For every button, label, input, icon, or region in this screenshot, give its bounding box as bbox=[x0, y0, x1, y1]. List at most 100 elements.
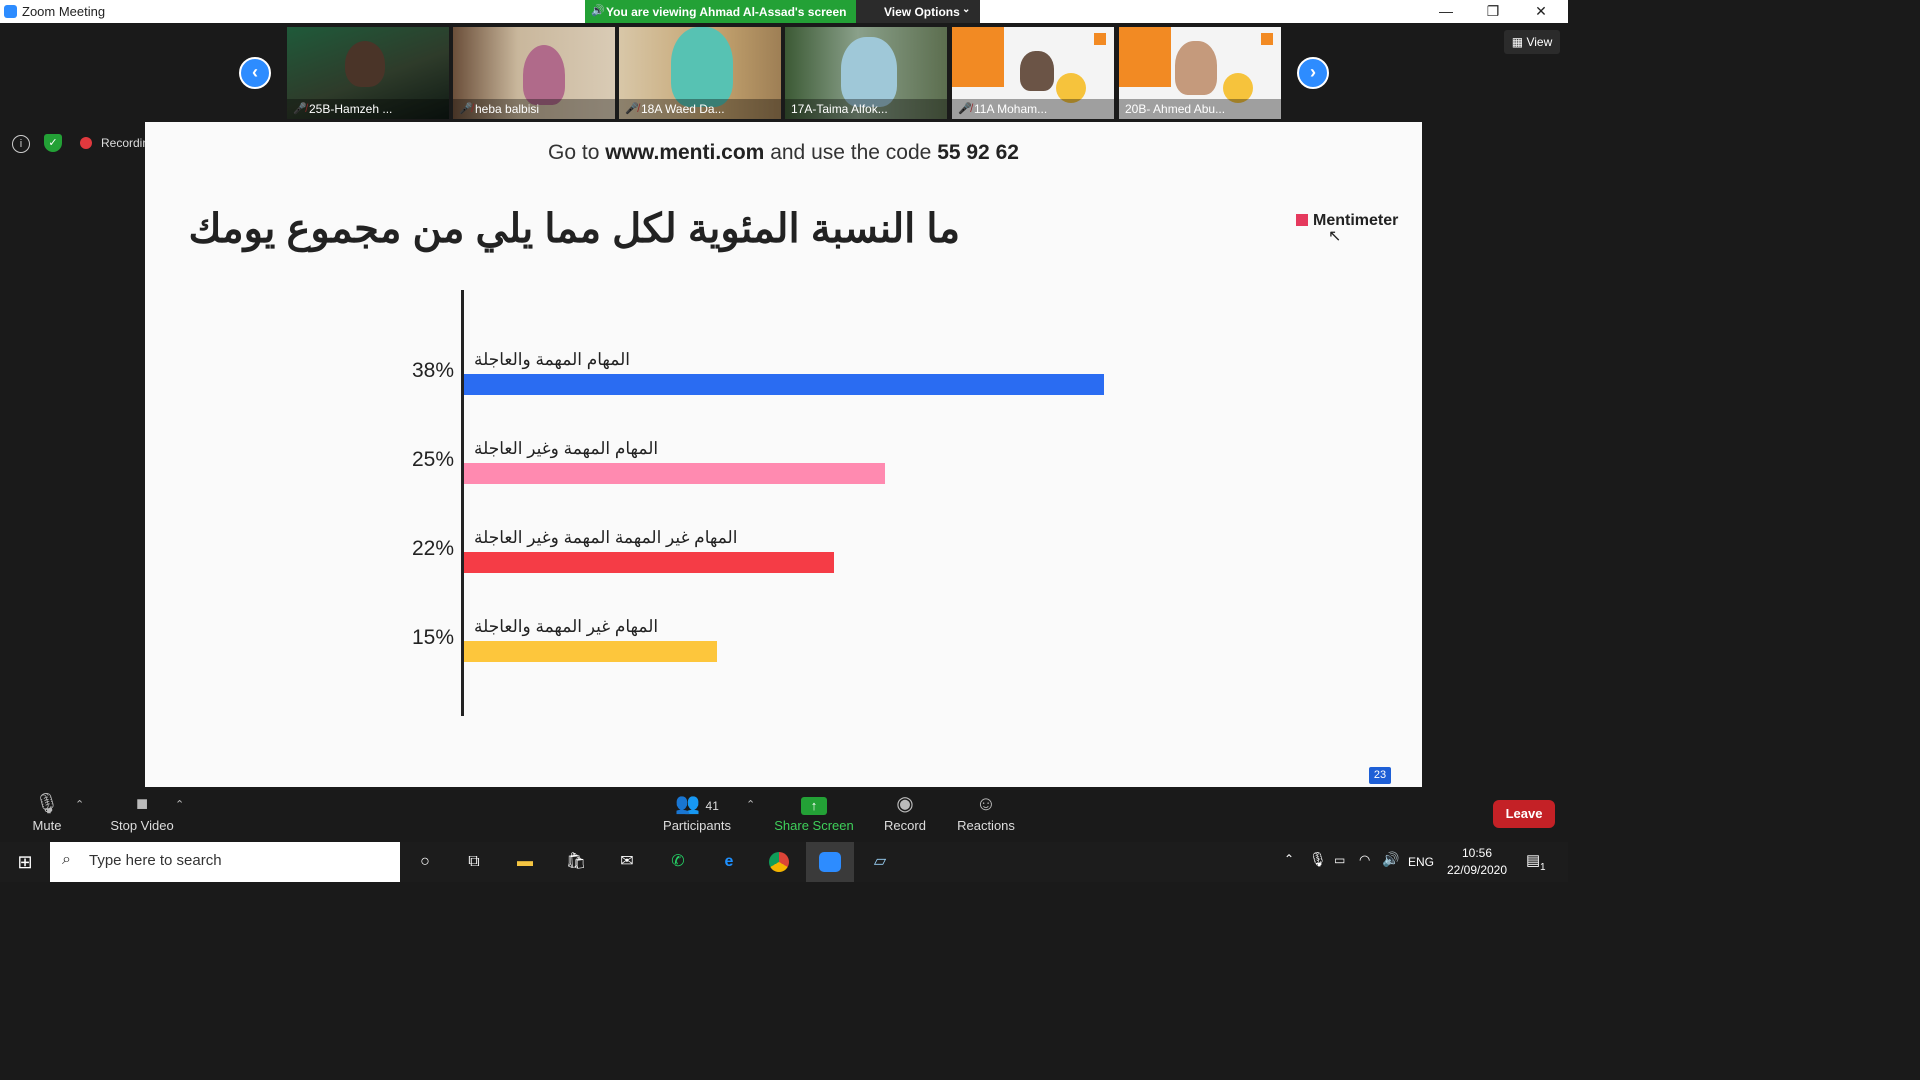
mail-icon[interactable]: ✉ bbox=[614, 850, 640, 874]
microphone-icon: 🎙 bbox=[34, 793, 60, 815]
view-button[interactable]: ▦ View bbox=[1504, 30, 1560, 54]
coding-academy-banner bbox=[1119, 27, 1171, 87]
person-silhouette bbox=[841, 37, 897, 107]
participants-label: Participants bbox=[663, 818, 731, 833]
audio-options-caret[interactable]: ⌃ bbox=[75, 798, 84, 811]
share-screen-label: Share Screen bbox=[774, 818, 854, 833]
slide-counter-badge: 23 bbox=[1369, 767, 1391, 784]
participant-video[interactable]: 🎤̸ 11A Moham... bbox=[952, 27, 1114, 119]
participant-name: 20B- Ahmed Abu... bbox=[1119, 99, 1281, 119]
video-camera-icon: ■ bbox=[135, 793, 149, 815]
bar-category-label: المهام المهمة وغير العاجلة bbox=[474, 439, 659, 458]
person-silhouette bbox=[1020, 51, 1054, 91]
mute-button[interactable]: 🎙 Mute bbox=[22, 790, 72, 833]
stop-video-button[interactable]: ■ Stop Video bbox=[106, 790, 178, 833]
close-button[interactable]: ✕ bbox=[1518, 0, 1564, 23]
participant-video[interactable]: 20B- Ahmed Abu... bbox=[1119, 27, 1281, 119]
instruction-code: 55 92 62 bbox=[937, 141, 1019, 164]
mute-label: Mute bbox=[32, 818, 62, 833]
person-silhouette bbox=[345, 41, 385, 87]
restore-button[interactable]: ❐ bbox=[1470, 0, 1516, 23]
view-options-label: View Options bbox=[884, 5, 960, 19]
chevron-down-icon: ⌄ bbox=[962, 4, 971, 15]
chrome-icon[interactable] bbox=[766, 850, 792, 874]
battery-icon[interactable]: ▭ bbox=[1334, 853, 1345, 867]
reactions-label: Reactions bbox=[957, 818, 1015, 833]
reactions-button[interactable]: ☺ Reactions bbox=[955, 790, 1017, 833]
participant-name: 25B-Hamzeh ... bbox=[287, 99, 449, 119]
participants-count: 41 bbox=[705, 799, 719, 813]
view-button-label: View bbox=[1526, 35, 1553, 49]
record-icon: ◉ bbox=[896, 793, 914, 815]
taskbar-clock[interactable]: 10:56 22/09/2020 bbox=[1432, 845, 1522, 879]
wifi-icon[interactable]: ◠ bbox=[1359, 852, 1370, 868]
bar bbox=[464, 641, 717, 662]
viewing-banner: 🔊 You are viewing Ahmad Al-Assad's scree… bbox=[585, 0, 856, 23]
bar-value-label: 15% bbox=[411, 626, 454, 649]
participants-button[interactable]: 👥 41 Participants bbox=[660, 790, 734, 833]
bar bbox=[464, 463, 885, 484]
question-title: ما النسبة المئوية لكل مما يلي من مجموع ي… bbox=[188, 207, 960, 251]
participant-name: 11A Moham... bbox=[952, 99, 1114, 119]
bar bbox=[464, 552, 834, 573]
security-shield-icon[interactable]: ✓ bbox=[44, 134, 62, 152]
person-silhouette bbox=[671, 27, 733, 107]
zoom-taskbar-icon[interactable] bbox=[817, 850, 843, 874]
whatsapp-icon[interactable]: ✆ bbox=[665, 850, 691, 874]
taskbar-search-input[interactable]: Type here to search bbox=[89, 852, 222, 869]
mouse-cursor-icon: ↖ bbox=[1328, 228, 1342, 245]
participant-video[interactable]: 🎤̸ 25B-Hamzeh ... bbox=[287, 27, 449, 119]
participant-name: 17A-Taima Alfok... bbox=[785, 99, 947, 119]
decoration-square bbox=[1261, 33, 1273, 45]
bar bbox=[464, 374, 1104, 395]
notifications-icon[interactable]: ▤ bbox=[1526, 851, 1540, 869]
bar-value-label: 25% bbox=[411, 448, 454, 471]
file-explorer-icon[interactable]: ▬ bbox=[512, 850, 538, 874]
view-options-button[interactable]: View Options ⌄ bbox=[856, 0, 980, 23]
bar-category-label: المهام غير المهمة المهمة وغير العاجلة bbox=[474, 528, 738, 547]
recording-dot-icon bbox=[80, 137, 92, 149]
mentimeter-mark-icon bbox=[1296, 214, 1308, 226]
decoration-square bbox=[1094, 33, 1106, 45]
store-icon[interactable]: 🛍 bbox=[563, 850, 589, 874]
speaker-icon: 🔊 bbox=[591, 5, 605, 17]
record-button[interactable]: ◉ Record bbox=[880, 790, 930, 833]
bar-value-label: 38% bbox=[411, 359, 454, 382]
share-screen-button[interactable]: ↑ Share Screen bbox=[774, 790, 854, 833]
volume-icon[interactable]: 🔊 bbox=[1382, 851, 1399, 868]
mentimeter-logo: Mentimeter bbox=[1296, 212, 1398, 230]
viewing-banner-text: You are viewing Ahmad Al-Assad's screen bbox=[606, 5, 847, 19]
person-silhouette bbox=[1175, 41, 1217, 95]
clock-time: 10:56 bbox=[1461, 846, 1493, 860]
show-hidden-icons-icon[interactable]: ⌃ bbox=[1284, 852, 1294, 866]
participant-video[interactable]: 🎤̸ heba balbisi bbox=[453, 27, 615, 119]
participants-icon: 👥 41 bbox=[675, 793, 719, 815]
bar-category-label: المهام المهمة والعاجلة bbox=[474, 350, 630, 369]
notes-app-icon[interactable]: ▱ bbox=[867, 850, 893, 874]
participants-options-caret[interactable]: ⌃ bbox=[746, 798, 755, 811]
share-screen-icon: ↑ bbox=[774, 790, 854, 818]
next-page-button[interactable]: › bbox=[1297, 57, 1329, 89]
coding-academy-banner bbox=[952, 27, 1004, 87]
search-icon: ⌕ bbox=[62, 851, 71, 868]
info-icon[interactable]: i bbox=[12, 135, 30, 153]
window-title: Zoom Meeting bbox=[22, 4, 106, 19]
windows-start-icon[interactable]: ⊞ bbox=[12, 850, 38, 874]
edge-icon[interactable]: e bbox=[716, 850, 742, 874]
participant-video[interactable]: 17A-Taima Alfok... bbox=[785, 27, 947, 119]
leave-button[interactable]: Leave bbox=[1493, 800, 1555, 828]
task-view-icon[interactable]: ⧉ bbox=[461, 850, 487, 874]
participant-name: 18A Waed Da... bbox=[619, 99, 781, 119]
clock-date: 22/09/2020 bbox=[1446, 863, 1508, 877]
record-label: Record bbox=[884, 818, 926, 833]
minimize-button[interactable]: — bbox=[1423, 0, 1469, 23]
notification-count: 1 bbox=[1540, 862, 1546, 873]
video-options-caret[interactable]: ⌃ bbox=[175, 798, 184, 811]
language-indicator[interactable]: ENG bbox=[1408, 855, 1434, 869]
participant-name: heba balbisi bbox=[453, 99, 615, 119]
previous-page-button[interactable]: ‹ bbox=[239, 57, 271, 89]
cortana-icon[interactable]: ○ bbox=[412, 850, 438, 874]
participant-video[interactable]: 🎤̸ 18A Waed Da... bbox=[619, 27, 781, 119]
recording-label: Recordin bbox=[101, 136, 150, 150]
bar-value-label: 22% bbox=[411, 537, 454, 560]
